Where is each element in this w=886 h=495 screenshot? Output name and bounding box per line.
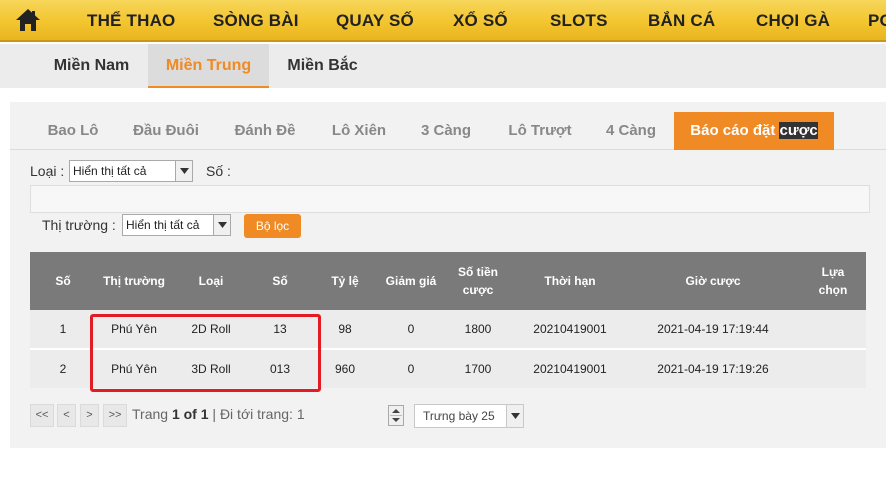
- goto-label: | Đi tới trang:: [208, 406, 297, 422]
- cell-option[interactable]: [800, 310, 866, 348]
- region-tabs: Miền Nam Miền Trung Miền Bắc: [0, 44, 886, 88]
- cell-discount: 0: [407, 322, 415, 336]
- cell-number: 013: [269, 362, 291, 376]
- cell-discount: 0: [407, 362, 415, 376]
- home-icon: [15, 9, 40, 31]
- col-bet-time: Giờ cược: [685, 274, 741, 288]
- number-input-area[interactable]: [30, 185, 870, 213]
- loai-select[interactable]: Hiển thị tất cả: [69, 160, 193, 182]
- first-page-button[interactable]: <<: [30, 404, 54, 427]
- nav-slots[interactable]: SLOTS: [550, 11, 608, 31]
- report-tab-highlight: cược: [779, 122, 818, 139]
- filter-button[interactable]: Bộ lọc: [244, 214, 301, 238]
- so-label: Số :: [206, 163, 231, 179]
- page-info: 1 of 1: [171, 406, 209, 422]
- table-header: Số Thị trường Loại Số Tỷ lệ Giảm giá Số …: [30, 252, 866, 310]
- prev-page-button[interactable]: <: [57, 404, 76, 427]
- nav-ban-ca[interactable]: BẮN CÁ: [648, 11, 715, 31]
- tab-mien-trung[interactable]: Miền Trung: [148, 44, 269, 88]
- cell-market: Phú Yên: [111, 322, 157, 336]
- page-size-value: Trưng bày 25: [423, 409, 495, 423]
- cell-option[interactable]: [800, 350, 866, 388]
- loai-label: Loại :: [30, 163, 65, 179]
- tab-lo-truot[interactable]: Lô Trượt: [494, 112, 586, 150]
- page-prefix: Trang: [132, 406, 172, 422]
- market-label: Thị trường :: [42, 217, 116, 233]
- cell-number: 13: [273, 322, 287, 336]
- cell-market: Phú Yên: [111, 362, 157, 376]
- top-nav: THỂ THAO SÒNG BÀI QUAY SỐ XỔ SỐ SLOTS BẮ…: [0, 0, 886, 42]
- col-discount: Giảm giá: [385, 274, 437, 288]
- tab-3-cang[interactable]: 3 Càng: [408, 112, 484, 150]
- nav-xo-so[interactable]: XỔ SỐ: [453, 11, 508, 31]
- col-market: Thị trường: [103, 274, 165, 288]
- cell-stt: 2: [59, 362, 67, 376]
- loai-select-value: Hiển thị tất cả: [73, 164, 147, 178]
- cell-bet-time: 2021-04-19 17:19:26: [657, 362, 769, 376]
- cell-odds: 98: [338, 322, 352, 336]
- last-page-button[interactable]: >>: [103, 404, 127, 427]
- col-stt: Số: [55, 274, 71, 288]
- chevron-down-icon: [213, 215, 230, 235]
- cell-odds: 960: [334, 362, 356, 376]
- page-spinner[interactable]: [388, 405, 404, 426]
- col-number: Số: [272, 274, 288, 288]
- page-indicator: Trang 1 of 1 | Đi tới trang: 1: [132, 406, 305, 422]
- tab-bao-cao-dat-cuoc[interactable]: Báo cáo đặt cược: [674, 112, 834, 150]
- col-odds: Tỷ lệ: [331, 274, 359, 288]
- next-page-button[interactable]: >: [80, 404, 99, 427]
- cell-type: 3D Roll: [191, 362, 231, 376]
- col-term: Thời hạn: [544, 274, 596, 288]
- cell-stt: 1: [59, 322, 67, 336]
- cell-term: 20210419001: [533, 362, 607, 376]
- nav-quay-so[interactable]: QUAY SỐ: [336, 11, 414, 31]
- bet-type-tabs: Bao Lô Đầu Đuôi Đánh Đề Lô Xiên 3 Càng L…: [10, 112, 886, 150]
- report-tab-label: Báo cáo đặt: [690, 122, 780, 139]
- tab-4-cang[interactable]: 4 Càng: [594, 112, 668, 150]
- tab-bao-lo[interactable]: Bao Lô: [32, 112, 114, 150]
- home-button[interactable]: [0, 0, 55, 40]
- tab-danh-de[interactable]: Đánh Đề: [222, 112, 308, 150]
- col-option: Lựa chọn: [818, 265, 848, 297]
- col-amount: Số tiền cược: [457, 265, 498, 297]
- tab-dau-duoi[interactable]: Đầu Đuôi: [120, 112, 212, 150]
- cell-amount: 1700: [464, 362, 492, 376]
- nav-choi-ga[interactable]: CHỌI GÀ: [756, 11, 830, 31]
- cell-type: 2D Roll: [191, 322, 231, 336]
- spinner-arrows-icon: [390, 409, 402, 422]
- tab-lo-xien[interactable]: Lô Xiên: [318, 112, 400, 150]
- tab-mien-bac[interactable]: Miền Bắc: [269, 44, 376, 88]
- nav-the-thao[interactable]: THỂ THAO: [87, 11, 175, 31]
- market-select[interactable]: Hiển thị tất cả: [122, 214, 231, 236]
- page-size-select[interactable]: Trưng bày 25: [414, 404, 524, 428]
- table-row: 1 Phú Yên 2D Roll 13 98 0 1800 202104190…: [30, 310, 866, 348]
- cell-amount: 1800: [464, 322, 492, 336]
- chevron-down-icon: [175, 161, 192, 181]
- chevron-down-icon: [506, 405, 523, 427]
- tab-mien-nam[interactable]: Miền Nam: [35, 44, 148, 88]
- goto-page-value[interactable]: 1: [297, 406, 305, 422]
- market-select-value: Hiển thị tất cả: [126, 218, 200, 232]
- nav-song-bai[interactable]: SÒNG BÀI: [213, 11, 299, 31]
- col-type: Loại: [198, 274, 224, 288]
- table-row: 2 Phú Yên 3D Roll 013 960 0 1700 2021041…: [30, 350, 866, 388]
- cell-term: 20210419001: [533, 322, 607, 336]
- cell-bet-time: 2021-04-19 17:19:44: [657, 322, 769, 336]
- nav-poker[interactable]: PO: [868, 11, 886, 31]
